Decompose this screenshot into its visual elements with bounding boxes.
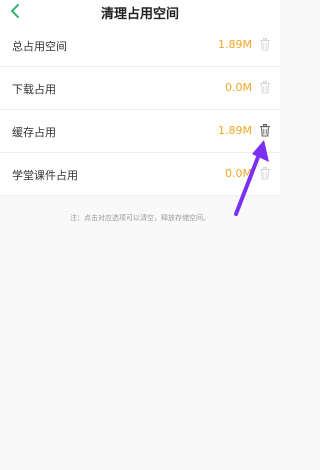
nav-bar: 清理占用空间	[0, 0, 280, 24]
trash-icon[interactable]	[259, 81, 271, 94]
row-label: 学堂课件占用	[12, 169, 78, 182]
row-cache-usage[interactable]: 缓存占用 1.89M	[0, 110, 280, 153]
row-value: 0.0M	[225, 81, 252, 94]
row-value: 1.89M	[218, 38, 252, 51]
trash-icon[interactable]	[259, 38, 271, 51]
row-label: 总占用空间	[12, 40, 67, 53]
row-label: 下载占用	[12, 83, 56, 96]
row-label: 缓存占用	[12, 126, 56, 139]
trash-icon[interactable]	[259, 124, 271, 137]
page-title: 清理占用空间	[100, 7, 179, 22]
row-total-usage[interactable]: 总占用空间 1.89M	[0, 24, 280, 67]
row-value: 1.89M	[218, 124, 252, 137]
row-download-usage[interactable]: 下载占用 0.0M	[0, 67, 280, 110]
row-courseware-usage[interactable]: 学堂课件占用 0.0M	[0, 153, 280, 196]
row-value: 0.0M	[225, 167, 252, 180]
hint-note: 注：点击对应选项可以清空，释放存储空间。	[70, 214, 210, 222]
storage-list: 总占用空间 1.89M 下载占用 0.0M 缓存占用 1.89M 学堂课件占用 …	[0, 24, 280, 196]
trash-icon[interactable]	[259, 167, 271, 180]
